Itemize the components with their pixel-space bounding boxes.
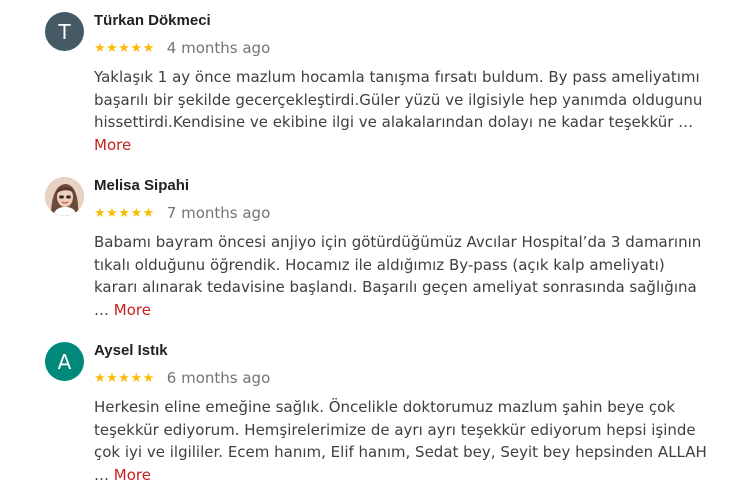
avatar[interactable]: T [45, 12, 84, 51]
review-text-line: Herkesin eline emeğine sağlık. Öncelikle… [94, 398, 676, 416]
review-text-line: teşekkür ediyorum. Hemşirelerimize de ay… [94, 420, 696, 439]
review-text-line: Babamı bayram öncesi anjiyo için götürdü… [94, 233, 702, 251]
review-text: Herkesin eline emeğine sağlık. Öncelikle… [94, 396, 707, 486]
reviewer-name[interactable]: Türkan Dökmeci [94, 12, 211, 29]
more-button[interactable]: More [114, 466, 151, 484]
review-text-line: Yaklaşık 1 ay önce mazlum hocamla tanışm… [94, 68, 700, 86]
star-rating-icon: ★★★★★ [94, 205, 155, 221]
review-text-line: çok iyi ve ilgililer. Ecem hanım, Elif h… [94, 443, 707, 461]
ellipsis: … [94, 465, 109, 484]
avatar-letter: T [58, 19, 71, 44]
avatar[interactable]: A [45, 342, 84, 381]
review-text-line: tıkalı olduğunu öğrendik. Hocamız ile al… [94, 255, 665, 274]
reviewer-name[interactable]: Melisa Sipahi [94, 177, 189, 194]
review-date: 4 months ago [166, 39, 271, 57]
review-text-line: hissettirdi.Kendisine ve ekibine ilgi ve… [94, 113, 694, 131]
review-text: Yaklaşık 1 ay önce mazlum hocamla tanışm… [94, 66, 703, 156]
more-button[interactable]: More [94, 136, 131, 154]
review-text-line: kararı alınarak tedavisine başlandı. Baş… [94, 278, 697, 296]
avatar-letter: A [57, 349, 72, 374]
profile-photo-icon [45, 177, 84, 216]
avatar[interactable] [45, 177, 84, 216]
rating-row: ★★★★★ 4 months ago [94, 39, 270, 57]
reviewer-name[interactable]: Aysel Istık [94, 342, 168, 359]
ellipsis: … [94, 300, 109, 319]
rating-row: ★★★★★ 6 months ago [94, 369, 270, 387]
review-date: 6 months ago [166, 369, 271, 387]
rating-row: ★★★★★ 7 months ago [94, 204, 270, 222]
review-date: 7 months ago [166, 204, 271, 222]
review-text-line: başarılı bir şekilde gecerçekleştirdi.Gü… [94, 90, 703, 109]
review-text: Babamı bayram öncesi anjiyo için götürdü… [94, 231, 702, 321]
star-rating-icon: ★★★★★ [94, 40, 155, 56]
more-button[interactable]: More [114, 301, 151, 319]
star-rating-icon: ★★★★★ [94, 370, 155, 386]
